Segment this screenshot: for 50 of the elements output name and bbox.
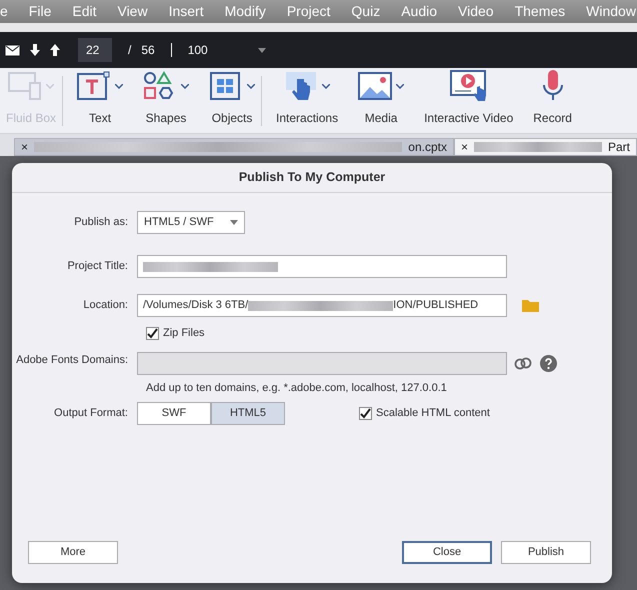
field-label: Adobe Fonts Domains: bbox=[15, 352, 129, 368]
ribbon-button[interactable]: Objects bbox=[203, 68, 262, 133]
slide-count: 56 bbox=[141, 42, 155, 59]
hint-text: Add up to ten domains, e.g. *.adobe.com, localhost, 127.0.0.1 bbox=[146, 380, 447, 396]
ribbon-button[interactable]: Media bbox=[352, 68, 410, 133]
help-icon[interactable] bbox=[540, 354, 557, 372]
ribbon-button[interactable]: Interactions bbox=[270, 68, 344, 133]
location-field[interactable]: /Volumes/Disk 3 6TB/ ION/PUBLISHED bbox=[137, 294, 507, 317]
domains-field[interactable] bbox=[137, 352, 507, 374]
ribbon-button[interactable]: Shapes bbox=[137, 68, 196, 133]
ribbon-button[interactable]: Record bbox=[527, 68, 578, 133]
arrow-down-icon[interactable] bbox=[30, 44, 40, 56]
creative-cloud-icon[interactable] bbox=[514, 356, 532, 370]
dialog-button[interactable]: Publish bbox=[501, 541, 591, 564]
dropdown-icon[interactable] bbox=[258, 48, 266, 52]
field-label: Publish as: bbox=[73, 215, 129, 230]
checkbox-label: Scalable HTML content bbox=[376, 406, 490, 422]
dialog-title: Publish To My Computer bbox=[238, 169, 386, 186]
text-icon bbox=[77, 71, 112, 101]
dialog-button[interactable]: Close bbox=[402, 541, 492, 564]
close-icon[interactable]: × bbox=[21, 138, 28, 156]
field-label: Location: bbox=[82, 298, 129, 314]
ribbon-button[interactable]: Interactive Video bbox=[418, 68, 520, 133]
format-toggle[interactable]: SWF bbox=[137, 402, 211, 425]
zip-files-checkbox[interactable] bbox=[146, 326, 159, 340]
image-icon bbox=[358, 71, 392, 101]
field-label: Project Title: bbox=[66, 259, 129, 274]
document-tab[interactable]: × Part bbox=[454, 138, 637, 156]
publish-format-dropdown[interactable]: HTML5 / SWF bbox=[137, 211, 245, 234]
fluid-box-icon bbox=[8, 71, 42, 101]
dropdown-icon[interactable] bbox=[230, 220, 238, 225]
close-icon[interactable]: × bbox=[461, 138, 468, 156]
project-title-field[interactable] bbox=[137, 255, 507, 278]
checkbox-label: Zip Files bbox=[163, 326, 205, 341]
hand-pointer-icon bbox=[284, 71, 318, 101]
scalable-checkbox[interactable] bbox=[359, 407, 372, 420]
arrow-up-icon[interactable] bbox=[50, 44, 60, 56]
format-toggle[interactable]: HTML5 bbox=[211, 402, 285, 425]
document-tab[interactable]: × on.cptx bbox=[14, 138, 454, 156]
ribbon-button[interactable]: Text bbox=[71, 68, 130, 133]
slide-separator: / bbox=[128, 42, 132, 59]
dialog-button[interactable]: More bbox=[28, 541, 118, 564]
field-label: Output Format: bbox=[53, 406, 129, 422]
mail-icon[interactable] bbox=[5, 44, 20, 56]
slide-number-field[interactable]: 22 bbox=[78, 38, 112, 62]
zoom-value[interactable]: 100 bbox=[188, 41, 248, 59]
video-icon bbox=[448, 69, 489, 101]
microphone-icon bbox=[540, 69, 565, 101]
tab-title: on.cptx bbox=[408, 139, 447, 156]
tab-title: Part bbox=[608, 139, 630, 156]
